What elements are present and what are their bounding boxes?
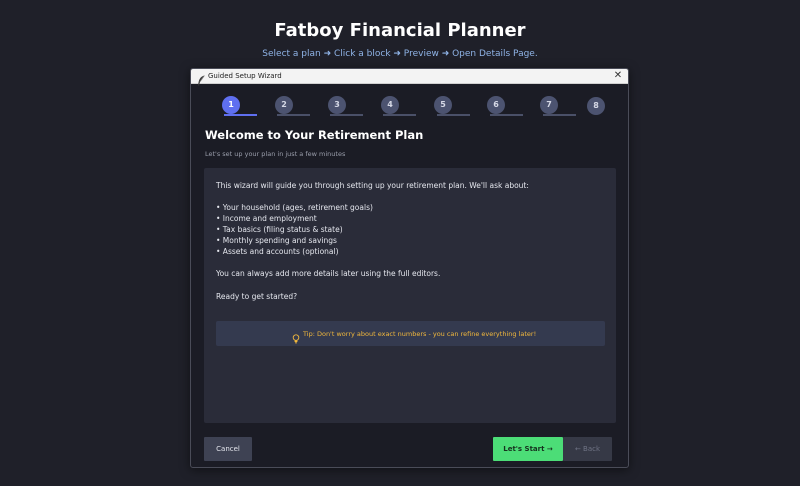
topic-item: • Tax basics (filing status & state) xyxy=(216,225,343,234)
content-panel: This wizard will guide you through setti… xyxy=(204,168,616,423)
step-6-indicator: 6 xyxy=(487,96,505,114)
topic-item: • Assets and accounts (optional) xyxy=(216,247,339,256)
intro-text: This wizard will guide you through setti… xyxy=(216,181,529,190)
ready-prompt: Ready to get started? xyxy=(216,292,298,301)
app-subtitle: Select a plan ➜ Click a block ➜ Preview … xyxy=(262,49,538,59)
topic-item: • Monthly spending and savings xyxy=(216,236,337,245)
tip-box: Tip: Don't worry about exact numbers - y… xyxy=(216,321,605,346)
setup-wizard-dialog: Guided Setup Wizard ✕ 1 2 3 4 5 6 7 8 We… xyxy=(190,68,629,468)
step-indicator: 1 2 3 4 5 6 7 8 xyxy=(191,84,628,124)
app-title: Fatboy Financial Planner xyxy=(274,20,526,41)
lightbulb-icon xyxy=(292,329,300,344)
step-3-indicator: 3 xyxy=(328,96,346,114)
step-progress-bar xyxy=(330,114,363,116)
step-progress-bar xyxy=(277,114,310,116)
back-button[interactable]: ← Back xyxy=(563,437,612,461)
step-progress-bar xyxy=(437,114,470,116)
topic-item: • Your household (ages, retirement goals… xyxy=(216,203,373,212)
welcome-title: Welcome to Your Retirement Plan xyxy=(205,128,424,142)
editors-note: You can always add more details later us… xyxy=(216,269,441,278)
step-2-indicator: 2 xyxy=(275,96,293,114)
tip-text: Tip: Don't worry about exact numbers - y… xyxy=(303,330,537,338)
step-4-indicator: 4 xyxy=(381,96,399,114)
step-1-indicator: 1 xyxy=(222,96,240,114)
cancel-button[interactable]: Cancel xyxy=(204,437,252,461)
step-progress-bar xyxy=(543,114,576,116)
step-7-indicator: 7 xyxy=(540,96,558,114)
topic-item: • Income and employment xyxy=(216,214,317,223)
step-5-indicator: 5 xyxy=(434,96,452,114)
dialog-title: Guided Setup Wizard xyxy=(208,72,282,80)
step-8-indicator: 8 xyxy=(587,97,605,115)
close-icon[interactable]: ✕ xyxy=(612,70,624,82)
step-progress-bar xyxy=(383,114,416,116)
step-progress-bar xyxy=(490,114,523,116)
feather-icon xyxy=(197,71,206,86)
dialog-titlebar[interactable]: Guided Setup Wizard ✕ xyxy=(191,69,628,86)
welcome-subtitle: Let's set up your plan in just a few min… xyxy=(205,150,346,158)
step-progress-bar xyxy=(224,114,257,116)
lets-start-button[interactable]: Let's Start → xyxy=(493,437,563,461)
